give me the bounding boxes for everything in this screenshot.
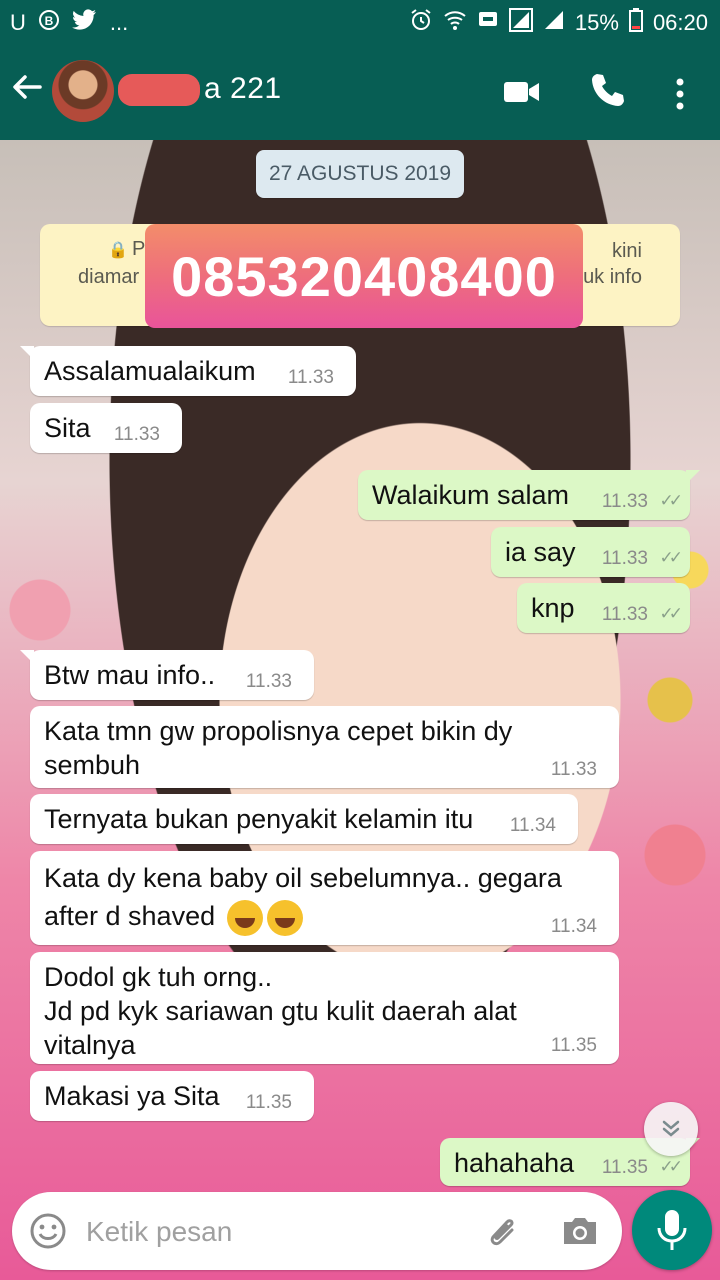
video-camera-icon bbox=[504, 82, 539, 102]
message-time: 11.33 bbox=[601, 548, 648, 569]
battery-percent: 15% bbox=[574, 10, 619, 35]
message-text: Ternyata bukan penyakit kelamin itu bbox=[44, 804, 474, 834]
status-icon-b: B bbox=[38, 9, 60, 37]
more-vert-icon bbox=[676, 78, 684, 110]
back-button[interactable] bbox=[10, 70, 50, 114]
paperclip-icon bbox=[490, 1219, 514, 1246]
clock: 06:20 bbox=[652, 10, 708, 35]
message-bubble-outgoing[interactable]: knp 11.33 ✓✓ bbox=[517, 583, 690, 633]
read-receipt-icon: ✓✓ bbox=[659, 548, 683, 567]
message-text: ia say bbox=[505, 537, 576, 567]
message-bubble-incoming[interactable]: Btw mau info.. 11.33 bbox=[20, 650, 314, 700]
message-bubble-incoming[interactable]: Dodol gk tuh orng.. Jd pd kyk sariawan g… bbox=[30, 952, 619, 1064]
read-receipt-icon: ✓✓ bbox=[659, 604, 683, 623]
message-input[interactable] bbox=[84, 1210, 468, 1254]
message-time: 11.33 bbox=[550, 759, 597, 780]
status-bar: U B ... 15% 06:20 bbox=[0, 0, 720, 46]
scroll-to-bottom-button[interactable] bbox=[644, 1102, 698, 1156]
message-notification-icon bbox=[477, 9, 499, 37]
voice-call-button[interactable] bbox=[588, 70, 630, 112]
message-time: 11.33 bbox=[245, 671, 292, 692]
arrow-left-icon bbox=[13, 75, 42, 99]
lock-icon: 🔒 bbox=[108, 242, 128, 259]
laughing-emoji-icon bbox=[266, 899, 303, 936]
chat-header: a 221 bbox=[0, 46, 720, 140]
voice-message-button[interactable] bbox=[632, 1190, 712, 1270]
message-bubble-incoming[interactable]: Kata tmn gw propolisnya cepet bikin dy s… bbox=[30, 706, 619, 788]
message-bubble-incoming[interactable]: Kata dy kena baby oil sebelumnya.. gegar… bbox=[30, 851, 619, 945]
message-time: 11.35 bbox=[601, 1157, 648, 1178]
signal-icon-2 bbox=[543, 9, 565, 37]
message-time: 11.35 bbox=[245, 1092, 292, 1113]
more-options-button[interactable] bbox=[668, 74, 692, 114]
message-composer bbox=[12, 1192, 622, 1270]
signal-icon-1 bbox=[508, 8, 533, 38]
wifi-icon bbox=[443, 8, 467, 38]
read-receipt-icon: ✓✓ bbox=[659, 491, 683, 510]
emoji-button[interactable] bbox=[28, 1211, 68, 1251]
message-text: knp bbox=[531, 593, 575, 623]
message-text: Dodol gk tuh orng.. Jd pd kyk sariawan g… bbox=[44, 962, 517, 1060]
message-time: 11.35 bbox=[550, 1035, 597, 1056]
battery-icon bbox=[628, 8, 643, 38]
message-bubble-incoming[interactable]: Makasi ya Sita 11.35 bbox=[30, 1071, 314, 1121]
alarm-icon bbox=[409, 8, 433, 38]
message-time: 11.34 bbox=[509, 815, 556, 836]
message-text: Assalamualaikum bbox=[44, 356, 256, 386]
message-text: Kata tmn gw propolisnya cepet bikin dy s… bbox=[44, 716, 513, 780]
encryption-text-1: P bbox=[132, 238, 146, 260]
message-bubble-incoming[interactable]: Sita 11.33 bbox=[30, 403, 182, 453]
message-time: 11.33 bbox=[601, 491, 648, 512]
laughing-emoji-icon bbox=[226, 899, 263, 936]
status-icon-u: U bbox=[10, 10, 26, 35]
status-more: ... bbox=[109, 10, 129, 35]
encryption-text-2: kini bbox=[611, 240, 642, 262]
message-text: Makasi ya Sita bbox=[44, 1081, 220, 1111]
message-text: hahahaha bbox=[454, 1148, 575, 1178]
avatar[interactable] bbox=[52, 60, 114, 122]
chevron-double-down-icon bbox=[662, 1120, 680, 1137]
message-time: 11.34 bbox=[550, 916, 597, 937]
message-time: 11.33 bbox=[287, 367, 334, 388]
video-call-button[interactable] bbox=[502, 72, 542, 112]
message-text-content: Kata dy kena baby oil sebelumnya.. gegar… bbox=[44, 863, 562, 931]
message-time: 11.33 bbox=[113, 424, 160, 445]
encryption-text-3: diamar bbox=[78, 266, 140, 288]
camera-icon bbox=[564, 1218, 596, 1244]
microphone-icon bbox=[657, 1210, 687, 1250]
attach-button[interactable] bbox=[484, 1210, 524, 1252]
message-time: 11.33 bbox=[601, 604, 648, 625]
contact-name: a 221 bbox=[204, 72, 282, 105]
redaction-mark bbox=[118, 74, 200, 106]
read-receipt-icon: ✓✓ bbox=[659, 1157, 683, 1176]
phone-icon bbox=[592, 74, 624, 106]
encryption-text-4: uk info bbox=[583, 266, 642, 288]
camera-button[interactable] bbox=[560, 1212, 600, 1250]
message-text: Sita bbox=[44, 413, 91, 443]
twitter-icon bbox=[71, 9, 98, 37]
message-text: Kata dy kena baby oil sebelumnya.. gegar… bbox=[44, 859, 562, 936]
message-bubble-outgoing[interactable]: ia say 11.33 ✓✓ bbox=[491, 527, 690, 577]
phone-number-banner: 085320408400 bbox=[145, 224, 583, 328]
svg-text:B: B bbox=[45, 14, 54, 28]
date-chip: 27 AGUSTUS 2019 bbox=[256, 150, 464, 198]
message-text: Btw mau info.. bbox=[44, 660, 216, 690]
message-text: Walaikum salam bbox=[372, 480, 570, 510]
message-bubble-outgoing[interactable]: Walaikum salam 11.33 ✓✓ bbox=[358, 470, 700, 520]
message-bubble-incoming[interactable]: Assalamualaikum 11.33 bbox=[20, 346, 356, 396]
message-bubble-incoming[interactable]: Ternyata bukan penyakit kelamin itu 11.3… bbox=[30, 794, 578, 844]
smiley-icon bbox=[30, 1213, 66, 1249]
